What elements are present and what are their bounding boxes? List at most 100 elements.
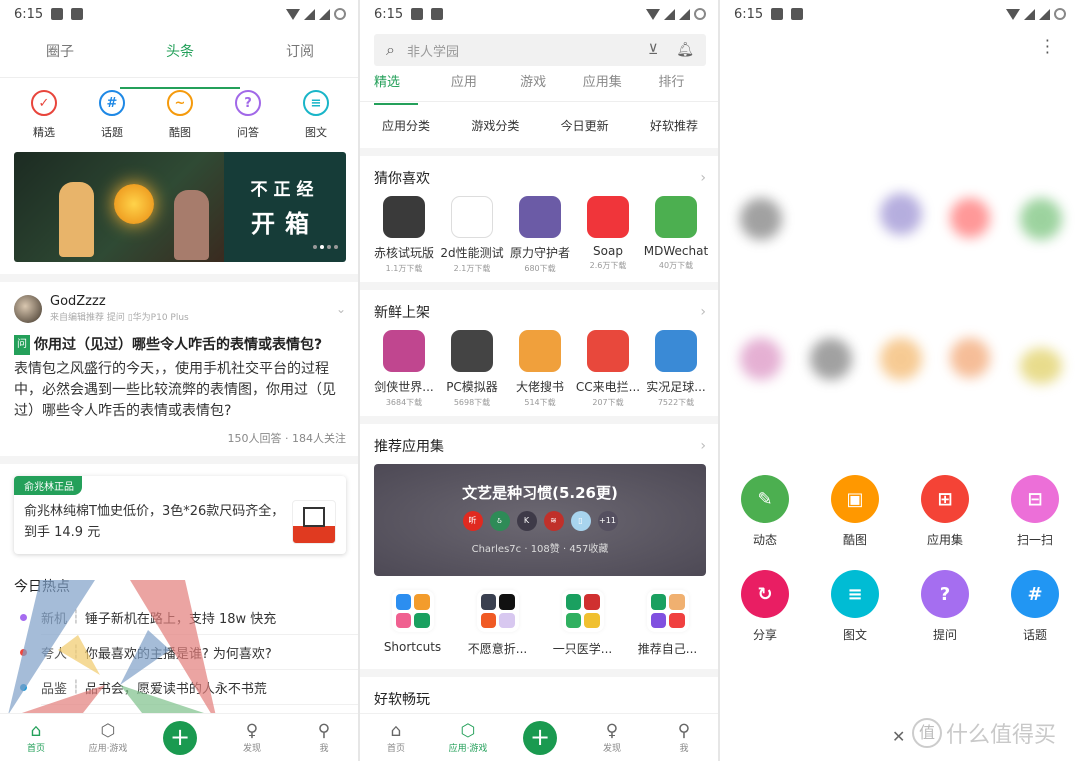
featured-collection[interactable]: 文艺是种习惯(5.26更) 听 ઠ K ≋ ▯ +11 Charles7c · 108赞 …	[374, 464, 706, 576]
nav-label: 首页	[386, 744, 405, 754]
carousel-dot[interactable]	[327, 245, 331, 249]
tab-subscribe[interactable]: 订阅	[240, 38, 360, 77]
app-item[interactable]: 2d性能测试 2.1万下载	[438, 196, 506, 274]
signal-icon	[664, 8, 675, 20]
nav-person[interactable]: ⚲ 我	[288, 721, 360, 754]
app-item[interactable]: 剑侠世界... 3684下载	[370, 330, 438, 408]
category-label: 话题	[101, 126, 123, 139]
section-header[interactable]: 推荐应用集 ›	[360, 424, 720, 464]
app-item[interactable]: MDWechat 40万下载	[642, 196, 710, 274]
chip[interactable]: 应用分类	[374, 113, 438, 138]
app-name: 实况足球...	[646, 380, 706, 394]
chevron-right-icon[interactable]: ›	[700, 438, 706, 454]
app-icon	[587, 330, 629, 372]
action-share[interactable]: ↻ 分享	[720, 570, 810, 643]
action-question[interactable]: ? 提问	[900, 570, 990, 643]
section-header[interactable]: 好软畅玩	[360, 677, 720, 717]
action-scan[interactable]: ⊟ 扫一扫	[990, 475, 1080, 548]
app-item[interactable]: 赤核试玩版 1.1万下载	[370, 196, 438, 274]
app-icon	[451, 330, 493, 372]
action-label: 应用集	[926, 533, 963, 547]
tab-2[interactable]: 游戏	[499, 68, 568, 101]
app-item[interactable]: PC模拟器 5698下载	[438, 330, 506, 408]
tab-headlines[interactable]: 头条	[120, 38, 240, 89]
nav-home[interactable]: ⌂ 首页	[360, 721, 432, 754]
collection-set[interactable]: Shortcuts	[370, 590, 455, 657]
section-header[interactable]: 新鲜上架 ›	[360, 290, 720, 330]
chevron-down-icon[interactable]: ⌄	[336, 302, 346, 316]
chevron-right-icon[interactable]: ›	[700, 170, 706, 186]
nav-cube[interactable]: ⬡ 应用·游戏	[432, 721, 504, 754]
nav-bulb[interactable]: ♀ 发现	[576, 721, 648, 754]
wifi-icon	[286, 8, 300, 20]
section-header[interactable]: 猜你喜欢 ›	[360, 156, 720, 196]
hot-text: 你最喜欢的主播是谁? 为何喜欢?	[84, 646, 272, 662]
plus-icon[interactable]: +	[523, 720, 557, 755]
watermark-badge: 值	[912, 718, 942, 748]
search-input[interactable]: ⌕ 非人学园 ⊻ 🔔︎	[374, 34, 706, 66]
nav-bulb[interactable]: ♀ 发现	[216, 721, 288, 754]
ad-card[interactable]: 俞兆林正品 俞兆林纯棉T恤史低价，3色*26款尺码齐全，到手 14.9 元	[14, 476, 346, 554]
collection-set[interactable]: 一只医学...	[540, 590, 625, 657]
action-image[interactable]: ▣ 酷图	[810, 475, 900, 548]
download-icon[interactable]: ⊻	[648, 42, 658, 58]
chevron-right-icon[interactable]: ›	[700, 304, 706, 320]
chip[interactable]: 好软推荐	[642, 113, 706, 138]
chip[interactable]: 游戏分类	[463, 113, 527, 138]
nav-person[interactable]: ⚲ 我	[648, 721, 720, 754]
category-4[interactable]: ≡ 图文	[286, 90, 346, 140]
category-3[interactable]: ? 问答	[218, 90, 278, 140]
nav-cube[interactable]: ⬡ 应用·游戏	[72, 721, 144, 754]
chip[interactable]: 今日更新	[553, 113, 617, 138]
nav-plus[interactable]: +	[144, 720, 216, 755]
category-2[interactable]: ~ 酷图	[150, 90, 210, 140]
action-bookmark-add[interactable]: ⊞ 应用集	[900, 475, 990, 548]
tab-circle[interactable]: 圈子	[0, 38, 120, 77]
banner-image	[14, 152, 224, 262]
banner-carousel[interactable]: 不正经 开箱	[14, 152, 346, 262]
question-stats: 150人回答 · 184人关注	[227, 432, 346, 445]
category-1[interactable]: # 话题	[82, 90, 142, 140]
app-item[interactable]: 原力守护者 680下载	[506, 196, 574, 274]
action-edit[interactable]: ✎ 动态	[720, 475, 810, 548]
nav-plus[interactable]: +	[504, 720, 576, 755]
banner-title-1: 不正经	[250, 180, 320, 200]
app-item[interactable]: 实况足球... 7522下载	[642, 330, 710, 408]
collection-set[interactable]: 不愿意折...	[455, 590, 540, 657]
collection-icons: 听 ઠ K ≋ ▯ +11	[374, 511, 706, 531]
hot-item[interactable]: 品鉴 ┆ 品书会，愿爱读书的人永不书荒	[0, 670, 360, 705]
bulb-icon: ♀	[605, 721, 619, 741]
hot-item[interactable]: 夸人 ┆ 你最喜欢的主播是谁? 为何喜欢?	[0, 635, 360, 670]
nav-home[interactable]: ⌂ 首页	[0, 721, 72, 754]
bell-icon[interactable]: 🔔︎	[676, 42, 694, 58]
collection-set[interactable]: 推荐自己...	[625, 590, 710, 657]
action-hashtag[interactable]: # 话题	[990, 570, 1080, 643]
app-name: CC来电拦...	[575, 380, 641, 394]
app-item[interactable]: CC来电拦... 207下载	[574, 330, 642, 408]
tab-1[interactable]: 应用	[429, 68, 498, 101]
plus-icon[interactable]: +	[163, 720, 197, 755]
carousel-dot[interactable]	[320, 245, 324, 249]
ad-tag: 俞兆林正品	[14, 476, 82, 495]
hot-text: 锤子新机在路上，支持 18w 快充	[84, 611, 277, 627]
signal-icon	[1024, 8, 1035, 20]
nav-label: 应用·游戏	[88, 744, 128, 754]
question-title[interactable]: 问你用过（见过）哪些令人咋舌的表情或表情包?	[14, 335, 346, 355]
tab-4[interactable]: 排行	[637, 68, 706, 101]
avatar[interactable]	[14, 294, 42, 323]
category-0[interactable]: ✓ 精选	[14, 90, 74, 140]
cube-icon: ⬡	[100, 721, 116, 741]
app-item[interactable]: 大佬搜书 514下载	[506, 330, 574, 408]
feed-post[interactable]: GodZzzz 来自编辑推荐 提问 ▯华为P10 Plus ⌄ 问你用过（见过）哪…	[0, 282, 360, 456]
author-name[interactable]: GodZzzz	[50, 294, 189, 309]
image-icon: ~	[167, 90, 193, 116]
carousel-dot[interactable]	[313, 245, 317, 249]
action-article[interactable]: ≡ 图文	[810, 570, 900, 643]
app-item[interactable]: Soap 2.6万下载	[574, 196, 642, 274]
more-menu-icon[interactable]: · · ·	[1045, 33, 1050, 61]
tab-3[interactable]: 应用集	[568, 68, 637, 101]
hot-item[interactable]: 新机 ┆ 锤子新机在路上，支持 18w 快充	[0, 600, 360, 635]
close-icon[interactable]: ✕	[892, 727, 905, 746]
carousel-dot[interactable]	[334, 245, 338, 249]
tab-0[interactable]: 精选	[374, 68, 429, 105]
